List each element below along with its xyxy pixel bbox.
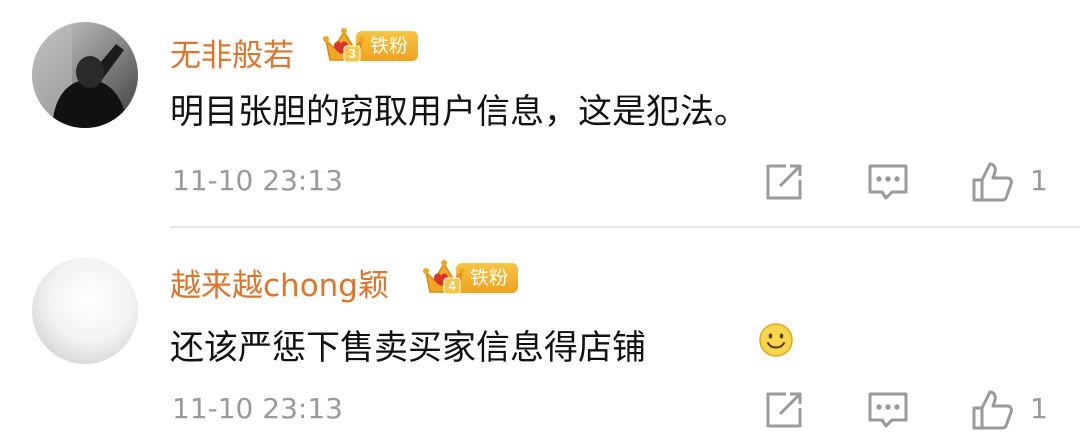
divider xyxy=(170,226,1080,228)
comment-item: 无非般若 3 铁粉 明目张胆的窃取用户信息，这是犯法。 11-10 23:13 … xyxy=(0,0,1080,228)
thumbs-up-icon[interactable] xyxy=(970,388,1014,432)
comment-item: 越来越chong颖 4 铁粉 还该严惩下售卖买家信息得店铺 11-10 23:1… xyxy=(0,238,1080,440)
smile-emoji-icon xyxy=(759,323,793,357)
avatar[interactable] xyxy=(32,258,138,364)
like-count: 1 xyxy=(1030,164,1048,197)
share-icon[interactable] xyxy=(762,160,806,204)
svg-text:3: 3 xyxy=(348,46,355,61)
comment-text: 还该严惩下售卖买家信息得店铺 xyxy=(170,328,646,368)
crown-icon: 4 xyxy=(423,260,465,295)
comment-icon[interactable] xyxy=(866,160,910,204)
comment-icon[interactable] xyxy=(866,388,910,432)
comment-text: 明目张胆的窃取用户信息，这是犯法。 xyxy=(170,92,748,132)
timestamp: 11-10 23:13 xyxy=(172,164,343,197)
username[interactable]: 越来越chong颖 xyxy=(170,260,389,305)
fan-badge[interactable]: 4 铁粉 xyxy=(422,258,519,298)
svg-text:4: 4 xyxy=(448,278,456,293)
thumbs-up-icon[interactable] xyxy=(970,160,1014,204)
share-icon[interactable] xyxy=(762,388,806,432)
fan-badge[interactable]: 3 铁粉 xyxy=(322,26,419,66)
crown-icon: 3 xyxy=(323,28,365,63)
like-count: 1 xyxy=(1030,392,1048,425)
avatar[interactable] xyxy=(32,22,138,128)
username[interactable]: 无非般若 xyxy=(170,30,294,75)
timestamp: 11-10 23:13 xyxy=(172,392,343,425)
